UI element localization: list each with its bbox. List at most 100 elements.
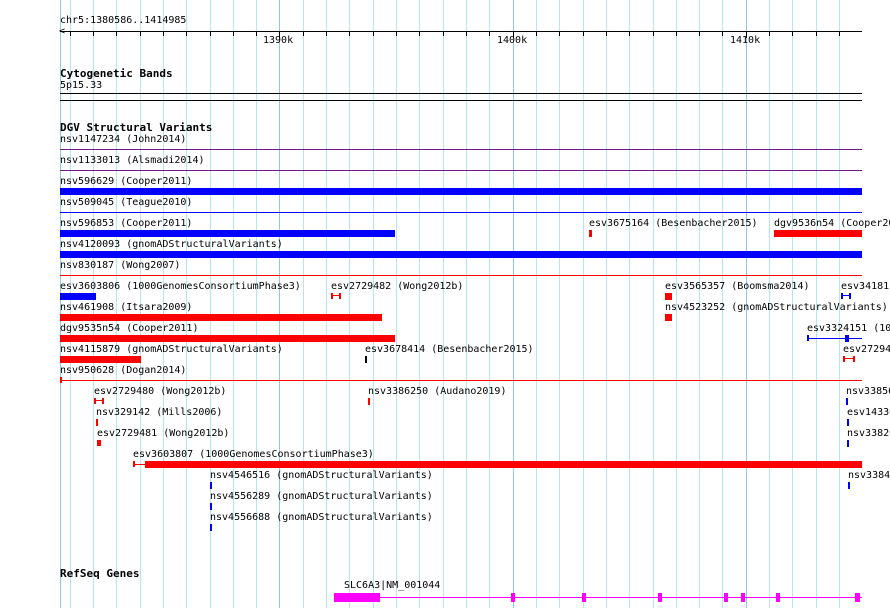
feature-label[interactable]: esv2729482 (Wong2012b) xyxy=(331,281,463,292)
feature-bar[interactable] xyxy=(368,398,370,405)
feature-bar[interactable] xyxy=(807,335,809,341)
feature-bar[interactable] xyxy=(665,314,672,321)
feature-bar[interactable] xyxy=(846,398,848,405)
ruler-axis xyxy=(60,31,862,32)
feature-label[interactable]: nsv461908 (Itsara2009) xyxy=(60,302,192,313)
feature-label[interactable]: nsv4556289 (gnomADStructuralVariants) xyxy=(210,491,433,502)
feature-label[interactable]: nsv596853 (Cooper2011) xyxy=(60,218,192,229)
feature-label[interactable]: dgv9535n54 (Cooper2011) xyxy=(60,323,198,334)
feature-bar[interactable] xyxy=(853,356,855,362)
feature-bar[interactable] xyxy=(849,293,851,299)
feature-bar[interactable] xyxy=(841,293,843,299)
scroll-left-arrow-icon[interactable]: < xyxy=(59,26,65,37)
dgv-track-title: DGV Structural Variants xyxy=(60,121,213,134)
grid-line xyxy=(466,0,467,608)
feature-label[interactable]: nsv4120093 (gnomADStructuralVariants) xyxy=(60,239,283,250)
feature-label[interactable]: esv14330 xyxy=(847,407,890,418)
feature-label[interactable]: esv3324151 (10 xyxy=(807,323,890,334)
feature-label[interactable]: nsv4523252 (gnomADStructuralVariants) xyxy=(665,302,888,313)
ruler-tick-label: 1400k xyxy=(497,35,528,46)
feature-bar[interactable] xyxy=(589,230,592,237)
feature-label[interactable]: esv3603807 (1000GenomesConsortiumPhase3) xyxy=(133,449,374,460)
feature-bar[interactable] xyxy=(210,524,212,531)
feature-bar[interactable] xyxy=(60,230,395,237)
feature-label[interactable]: nsv3384 xyxy=(848,470,890,481)
grid-line xyxy=(653,0,654,608)
feature-bar[interactable] xyxy=(60,188,862,195)
feature-bar[interactable] xyxy=(847,440,849,447)
feature-label[interactable]: esv3675164 (Besenbacher2015) xyxy=(589,218,758,229)
feature-bar[interactable] xyxy=(96,419,98,426)
gene-label[interactable]: SLC6A3|NM_001044 xyxy=(344,580,440,591)
feature-bar[interactable] xyxy=(99,440,101,446)
feature-label[interactable]: nsv509045 (Teague2010) xyxy=(60,197,192,208)
feature-bar[interactable] xyxy=(847,419,849,426)
feature-bar[interactable] xyxy=(60,377,62,383)
feature-bar[interactable] xyxy=(843,356,845,362)
feature-line[interactable] xyxy=(60,170,862,171)
feature-label[interactable]: esv3603806 (1000GenomesConsortiumPhase3) xyxy=(60,281,301,292)
feature-bar[interactable] xyxy=(94,398,96,404)
gene-exon[interactable] xyxy=(724,593,728,602)
feature-label[interactable]: esv3565357 (Boomsma2014) xyxy=(665,281,810,292)
feature-bar[interactable] xyxy=(665,293,672,300)
gene-exon[interactable] xyxy=(741,593,745,602)
cytobands-track-title: Cytogenetic Bands xyxy=(60,67,173,80)
feature-bar[interactable] xyxy=(845,335,849,342)
feature-label[interactable]: nsv3386250 (Audano2019) xyxy=(368,386,506,397)
gene-intron-line[interactable] xyxy=(380,597,862,598)
feature-label[interactable]: nsv33820 xyxy=(847,428,890,439)
refseq-track-title: RefSeq Genes xyxy=(60,567,140,580)
feature-bar[interactable] xyxy=(102,398,104,404)
feature-label[interactable]: esv34181 xyxy=(841,281,889,292)
feature-label[interactable]: nsv33856 xyxy=(846,386,890,397)
feature-label[interactable]: nsv4115879 (gnomADStructuralVariants) xyxy=(60,344,283,355)
gene-exon[interactable] xyxy=(511,593,515,602)
feature-line[interactable] xyxy=(60,149,862,150)
feature-bar[interactable] xyxy=(339,293,341,299)
feature-bar[interactable] xyxy=(210,503,212,510)
gene-utr[interactable] xyxy=(334,593,380,602)
feature-line[interactable] xyxy=(60,212,862,213)
feature-label[interactable]: nsv596629 (Cooper2011) xyxy=(60,176,192,187)
feature-bar[interactable] xyxy=(60,356,141,363)
feature-bar[interactable] xyxy=(133,461,135,467)
feature-bar[interactable] xyxy=(60,251,862,258)
feature-label[interactable]: nsv1133013 (Alsmadi2014) xyxy=(60,155,205,166)
feature-bar[interactable] xyxy=(60,293,96,300)
feature-label[interactable]: nsv950628 (Dogan2014) xyxy=(60,365,186,376)
feature-label[interactable]: esv2729480 (Wong2012b) xyxy=(94,386,226,397)
feature-bar[interactable] xyxy=(331,293,333,299)
feature-label[interactable]: nsv329142 (Mills2006) xyxy=(96,407,222,418)
feature-label[interactable]: nsv4546516 (gnomADStructuralVariants) xyxy=(210,470,433,481)
feature-bar[interactable] xyxy=(848,482,850,489)
grid-line xyxy=(629,0,630,608)
feature-label[interactable]: esv27294 xyxy=(843,344,890,355)
grid-line xyxy=(583,0,584,608)
feature-bar[interactable] xyxy=(145,461,862,468)
feature-label[interactable]: nsv1147234 (John2014) xyxy=(60,134,186,145)
feature-line[interactable] xyxy=(60,275,862,276)
feature-line[interactable] xyxy=(807,338,862,339)
gene-exon[interactable] xyxy=(776,593,780,602)
feature-bar[interactable] xyxy=(60,335,395,342)
feature-bar[interactable] xyxy=(60,314,382,321)
feature-label[interactable]: dgv9536n54 (Cooper20 xyxy=(774,218,890,229)
feature-label[interactable]: esv3678414 (Besenbacher2015) xyxy=(365,344,534,355)
feature-bar[interactable] xyxy=(774,230,862,237)
gene-exon[interactable] xyxy=(855,593,860,602)
gene-exon[interactable] xyxy=(658,593,662,602)
gene-exon[interactable] xyxy=(582,593,586,602)
cytoband-bar-top[interactable] xyxy=(60,93,862,94)
feature-label[interactable]: nsv4556688 (gnomADStructuralVariants) xyxy=(210,512,433,523)
grid-line xyxy=(559,0,560,608)
feature-bar[interactable] xyxy=(365,356,367,363)
ruler-tick-label: 1410k xyxy=(730,35,761,46)
feature-bar[interactable] xyxy=(210,482,212,489)
cytoband-label[interactable]: 5p15.33 xyxy=(60,80,102,91)
grid-line xyxy=(606,0,607,608)
feature-label[interactable]: nsv830187 (Wong2007) xyxy=(60,260,180,271)
grid-line xyxy=(489,0,490,608)
feature-label[interactable]: esv2729481 (Wong2012b) xyxy=(97,428,229,439)
feature-line[interactable] xyxy=(60,380,862,381)
